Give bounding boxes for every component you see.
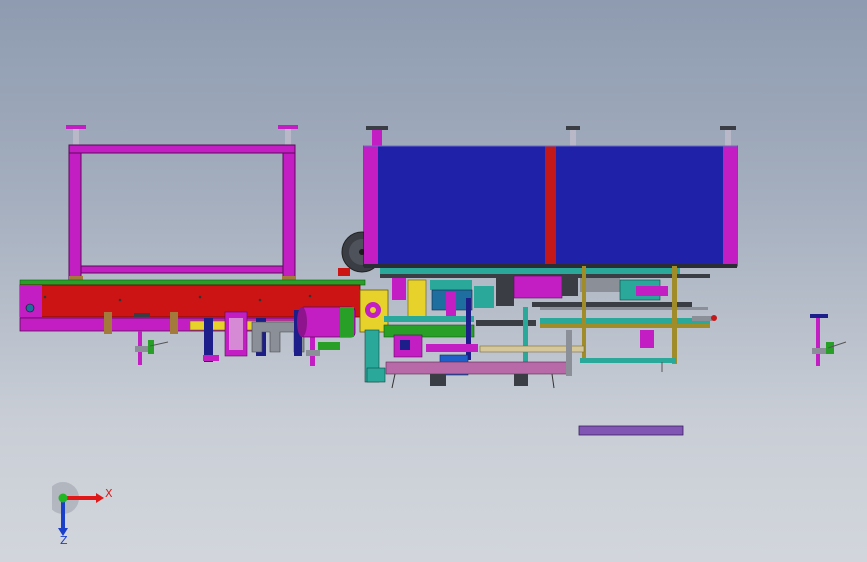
base-plate[interactable] (578, 425, 684, 436)
y-axis-marker (58, 493, 68, 503)
z-axis-label: Z (60, 534, 68, 544)
hanging-bracket-1 (135, 331, 169, 365)
leveling-foot-right-2 (566, 126, 580, 146)
axis-triad: X Z (52, 482, 112, 544)
leveling-foot-left-2 (278, 125, 298, 145)
right-enclosure[interactable] (363, 126, 738, 268)
center-machinery[interactable] (380, 266, 717, 389)
cad-viewport[interactable]: X Z (0, 0, 867, 562)
hanging-bracket-2 (203, 311, 248, 362)
sensor-stand-right (810, 314, 847, 366)
left-frame[interactable] (66, 125, 298, 296)
feed-roller[interactable] (297, 306, 356, 338)
machine-assembly-model[interactable] (0, 0, 867, 562)
leveling-foot-left-1 (66, 125, 86, 145)
leveling-foot-right-1 (366, 126, 388, 146)
x-axis-label: X (105, 487, 112, 500)
leveling-foot-right-3 (720, 126, 736, 146)
